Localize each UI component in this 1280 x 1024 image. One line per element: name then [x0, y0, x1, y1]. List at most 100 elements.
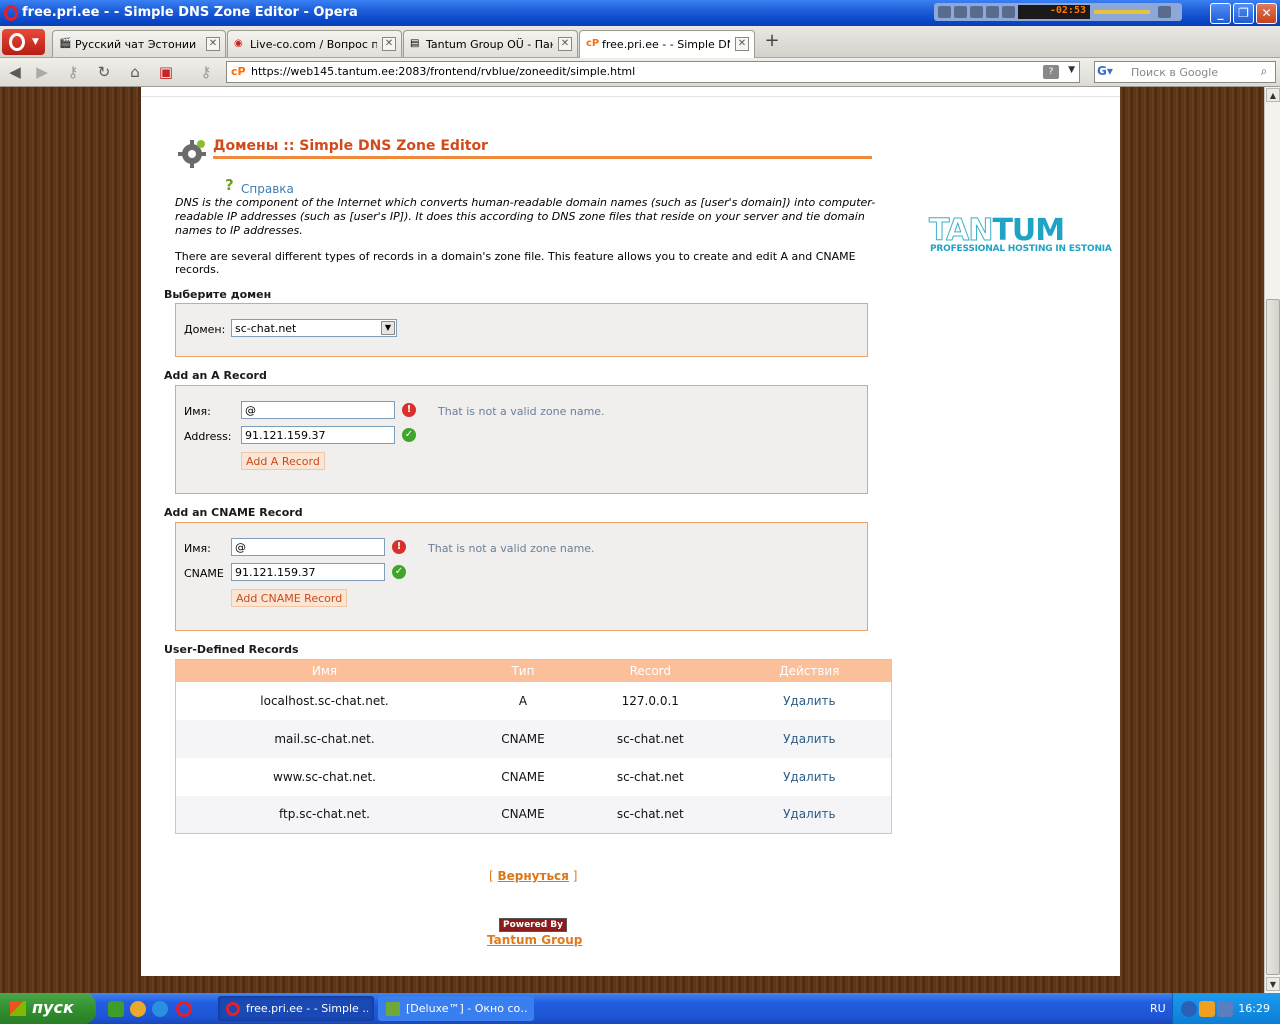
start-button[interactable]: пуск [0, 993, 96, 1024]
back-link[interactable]: Вернуться [498, 869, 569, 883]
tab-live-co[interactable]: ◉ Live-co.com / Вопрос пр… ✕ [227, 30, 402, 57]
next-icon[interactable] [1002, 6, 1015, 18]
cname-record-heading: Add an CNAME Record [164, 506, 303, 519]
dns-description: DNS is the component of the Internet whi… [175, 196, 876, 237]
a-address-input[interactable]: 91.121.159.37 [241, 426, 395, 444]
error-icon: ! [402, 403, 416, 417]
logo-tagline: PROFESSIONAL HOSTING IN ESTONIA [930, 244, 1112, 254]
header-actions: Действия [727, 659, 892, 682]
icq-icon[interactable] [108, 1001, 124, 1017]
record-value: sc-chat.net [572, 795, 728, 834]
tab-tantum-group[interactable]: ▤ Tantum Group OÜ - Пан… ✕ [403, 30, 578, 57]
delete-link[interactable]: Удалить [727, 795, 892, 834]
wand-icon[interactable]: ⚷ [195, 62, 217, 82]
chevron-down-icon[interactable]: ▼ [381, 321, 395, 335]
new-tab-button[interactable]: + [762, 32, 782, 52]
start-label: пуск [32, 998, 74, 1017]
key-icon[interactable]: ⚷ [62, 62, 84, 82]
internet-explorer-icon[interactable] [152, 1001, 168, 1017]
back-link-wrapper: [ Вернуться ] [489, 869, 577, 883]
previous-icon[interactable] [986, 6, 999, 18]
language-indicator[interactable]: RU [1150, 1002, 1166, 1015]
play-icon[interactable] [938, 6, 951, 18]
back-arrow-icon[interactable]: ◀ [4, 62, 26, 82]
table-row: ftp.sc-chat.net. CNAME sc-chat.net Удали… [175, 795, 892, 834]
content-panel: Домены :: Simple DNS Zone Editor ? Справ… [141, 87, 1120, 976]
logo-word: TANTUM [928, 213, 1065, 248]
table-row: www.sc-chat.net. CNAME sc-chat.net Удали… [175, 757, 892, 796]
close-button[interactable]: ✕ [1256, 3, 1277, 24]
check-icon: ✓ [392, 565, 406, 579]
pause-icon[interactable] [954, 6, 967, 18]
add-cname-record-button[interactable]: Add CNAME Record [231, 589, 348, 607]
tantum-group-link[interactable]: Tantum Group [487, 933, 582, 947]
delete-link[interactable]: Удалить [727, 681, 892, 720]
cname-name-input[interactable]: @ [231, 538, 385, 556]
select-domain-box: Домен: sc-chat.net ▼ [175, 303, 868, 357]
media-minimize-icon[interactable] [1158, 6, 1171, 18]
opera-o-icon [9, 33, 25, 51]
vertical-scrollbar[interactable]: ▲ ▼ [1264, 87, 1280, 993]
divider [141, 96, 1120, 97]
help-link[interactable]: Справка [241, 182, 294, 196]
add-a-record-button[interactable]: Add A Record [241, 452, 325, 470]
window-title: free.pri.ee - - Simple DNS Zone Editor -… [22, 5, 358, 20]
scroll-down-icon[interactable]: ▼ [1266, 977, 1280, 991]
cname-value-input[interactable]: 91.121.159.37 [231, 563, 385, 581]
google-engine-icon[interactable]: G▾ [1097, 64, 1125, 80]
windows-logo-icon [10, 1001, 26, 1016]
tab-dns-zone-editor[interactable]: cP free.pri.ee - - Simple DN… ✕ [579, 30, 755, 58]
forward-arrow-icon[interactable]: ▶ [31, 62, 53, 82]
table-row: mail.sc-chat.net. CNAME sc-chat.net Удал… [175, 719, 892, 758]
powered-by-badge: Powered By [499, 918, 567, 932]
opera-menu-button[interactable]: ▼ [2, 29, 45, 55]
task-opera[interactable]: free.pri.ee - - Simple … [218, 996, 374, 1021]
stop-icon[interactable] [970, 6, 983, 18]
tray-media-icon[interactable] [1199, 1001, 1215, 1017]
chevron-down-icon[interactable]: ▼ [1068, 65, 1075, 75]
record-type: A [473, 681, 573, 720]
cname-name-error: That is not a valid zone name. [428, 542, 595, 555]
home-icon[interactable]: ⌂ [124, 62, 146, 82]
task-deluxe-chat[interactable]: [Deluxe™] - Окно со… [378, 996, 534, 1021]
maximize-button[interactable]: ❐ [1233, 3, 1254, 24]
tab-close-icon[interactable]: ✕ [558, 37, 572, 51]
search-icon[interactable]: ⌕ [1255, 64, 1273, 80]
tray-network-icon[interactable] [1217, 1001, 1233, 1017]
logo-tum: TUM [992, 213, 1065, 248]
tab-close-icon[interactable]: ✕ [206, 37, 220, 51]
tab-close-icon[interactable]: ✕ [382, 37, 396, 51]
search-input[interactable]: Поиск в Google [1131, 66, 1218, 79]
speed-dial-icon[interactable]: ▣ [155, 62, 177, 82]
header-name: Имя [175, 659, 474, 682]
security-info-icon[interactable]: ? [1043, 65, 1059, 79]
search-box[interactable]: G▾ Поиск в Google ⌕ [1094, 61, 1276, 83]
volume-slider[interactable] [1094, 10, 1150, 14]
opera-icon[interactable] [176, 1001, 192, 1017]
tantum-logo: TANTUM PROFESSIONAL HOSTING IN ESTONIA [928, 213, 1111, 256]
header-record: Record [572, 659, 728, 682]
scrollbar-thumb[interactable] [1266, 299, 1280, 975]
tab-bar: ▼ 🎬 Русский чат Эстонии ✕ ◉ Live-co.com … [0, 26, 1280, 58]
a-name-input[interactable]: @ [241, 401, 395, 419]
a-record-heading: Add an A Record [164, 369, 267, 382]
tab-label: free.pri.ee - - Simple DN… [602, 38, 730, 51]
record-type: CNAME [473, 757, 573, 796]
domain-select[interactable]: sc-chat.net ▼ [231, 319, 397, 337]
record-value: sc-chat.net [572, 719, 728, 758]
media-player-widget[interactable]: -02:53 [934, 3, 1182, 21]
address-bar[interactable]: cP https://web145.tantum.ee:2083/fronten… [226, 61, 1080, 83]
delete-link[interactable]: Удалить [727, 757, 892, 796]
delete-link[interactable]: Удалить [727, 719, 892, 758]
task-label: [Deluxe™] - Окно со… [406, 1002, 528, 1015]
table-row: localhost.sc-chat.net. A 127.0.0.1 Удали… [175, 681, 892, 720]
minimize-button[interactable]: _ [1210, 3, 1231, 24]
reload-icon[interactable]: ↻ [93, 62, 115, 82]
tray-arrow-icon[interactable] [1181, 1001, 1197, 1017]
tab-close-icon[interactable]: ✕ [735, 37, 749, 51]
tab-russian-chat[interactable]: 🎬 Русский чат Эстонии ✕ [52, 30, 226, 57]
media-icon[interactable] [130, 1001, 146, 1017]
address-url[interactable]: https://web145.tantum.ee:2083/frontend/r… [251, 65, 635, 78]
bracket-open: [ [489, 869, 494, 883]
scroll-up-icon[interactable]: ▲ [1266, 88, 1280, 102]
